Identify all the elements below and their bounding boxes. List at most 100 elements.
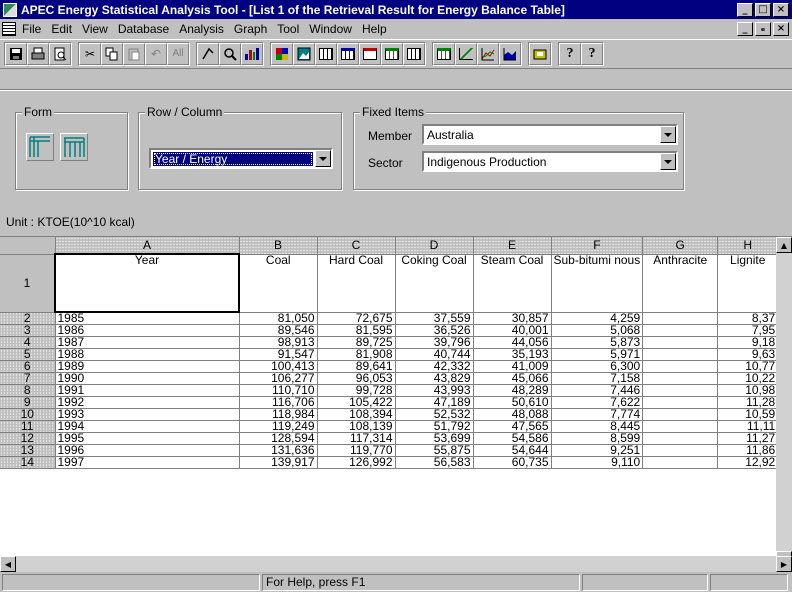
year-cell[interactable]: 1987 bbox=[55, 336, 240, 349]
data-cell[interactable]: 5,873 bbox=[551, 336, 644, 349]
data-cell[interactable]: 11,27 bbox=[717, 432, 779, 445]
menu-view[interactable]: View bbox=[82, 22, 108, 36]
row-header[interactable]: 14 bbox=[0, 456, 56, 469]
chevron-down-icon[interactable] bbox=[660, 126, 676, 143]
data-cell[interactable]: 11,86 bbox=[717, 444, 779, 457]
data-cell[interactable] bbox=[642, 408, 719, 421]
data-cell[interactable] bbox=[642, 444, 719, 457]
data-cell[interactable]: 131,636 bbox=[239, 444, 318, 457]
child-restore-button[interactable]: ₑ bbox=[755, 22, 771, 36]
menu-window[interactable]: Window bbox=[309, 22, 352, 36]
data-cell[interactable] bbox=[642, 384, 719, 397]
data-cell[interactable]: 81,908 bbox=[317, 348, 396, 361]
row-header[interactable]: 5 bbox=[0, 348, 56, 361]
data-cell[interactable]: 9,63 bbox=[717, 348, 779, 361]
row-header[interactable]: 9 bbox=[0, 396, 56, 409]
context-help-button[interactable]: ? bbox=[581, 43, 603, 65]
data-cell[interactable]: 7,446 bbox=[551, 384, 644, 397]
year-cell[interactable]: 1988 bbox=[55, 348, 240, 361]
data-cell[interactable]: 39,796 bbox=[395, 336, 474, 349]
data-cell[interactable]: 56,583 bbox=[395, 456, 474, 469]
child-close-button[interactable]: × bbox=[773, 22, 789, 36]
member-select[interactable]: Australia bbox=[422, 124, 678, 145]
data-cell[interactable]: 9,18 bbox=[717, 336, 779, 349]
row-header[interactable]: 6 bbox=[0, 360, 56, 373]
data-cell[interactable] bbox=[642, 420, 719, 433]
scroll-left-icon[interactable]: ◀ bbox=[0, 556, 16, 572]
data-cell[interactable]: 10,98 bbox=[717, 384, 779, 397]
data-cell[interactable]: 47,565 bbox=[473, 420, 552, 433]
data-cell[interactable]: 118,984 bbox=[239, 408, 318, 421]
data-cell[interactable]: 128,594 bbox=[239, 432, 318, 445]
data-cell[interactable] bbox=[642, 396, 719, 409]
maximize-button[interactable]: □ bbox=[755, 2, 771, 17]
data-cell[interactable]: 108,139 bbox=[317, 420, 396, 433]
data-cell[interactable]: 96,053 bbox=[317, 372, 396, 385]
data-cell[interactable]: 44,056 bbox=[473, 336, 552, 349]
year-cell[interactable]: 1991 bbox=[55, 384, 240, 397]
year-cell[interactable]: 1990 bbox=[55, 372, 240, 385]
form-layout-1-button[interactable] bbox=[26, 133, 54, 161]
table-view-3-icon[interactable] bbox=[359, 43, 381, 65]
row-header[interactable]: 4 bbox=[0, 336, 56, 349]
data-cell[interactable]: 50,610 bbox=[473, 396, 552, 409]
scroll-up-icon[interactable]: ▲ bbox=[776, 237, 792, 253]
column-title-cell[interactable]: Lignite bbox=[717, 254, 779, 313]
bar-chart-icon[interactable] bbox=[241, 43, 263, 65]
year-cell[interactable]: 1994 bbox=[55, 420, 240, 433]
print-icon[interactable] bbox=[27, 43, 49, 65]
data-cell[interactable]: 81,595 bbox=[317, 324, 396, 337]
year-cell[interactable]: 1986 bbox=[55, 324, 240, 337]
multi-line-chart-icon[interactable] bbox=[477, 43, 499, 65]
scroll-track[interactable] bbox=[776, 253, 792, 551]
data-cell[interactable]: 9,251 bbox=[551, 444, 644, 457]
data-cell[interactable]: 12,92 bbox=[717, 456, 779, 469]
document-icon[interactable] bbox=[2, 22, 16, 36]
row-header[interactable]: 11 bbox=[0, 420, 56, 433]
row-header[interactable]: 13 bbox=[0, 444, 56, 457]
data-cell[interactable]: 4,259 bbox=[551, 312, 644, 325]
menu-graph[interactable]: Graph bbox=[234, 22, 267, 36]
column-header[interactable]: D bbox=[395, 237, 474, 255]
data-cell[interactable]: 10,22 bbox=[717, 372, 779, 385]
column-header[interactable]: B bbox=[239, 237, 318, 255]
data-cell[interactable]: 105,422 bbox=[317, 396, 396, 409]
column-header[interactable]: G bbox=[642, 237, 719, 255]
data-cell[interactable]: 8,37 bbox=[717, 312, 779, 325]
data-cell[interactable]: 119,770 bbox=[317, 444, 396, 457]
data-cell[interactable]: 7,774 bbox=[551, 408, 644, 421]
undo-icon[interactable]: ↶ bbox=[145, 43, 167, 65]
menu-edit[interactable]: Edit bbox=[51, 22, 72, 36]
sector-select[interactable]: Indigenous Production bbox=[422, 151, 678, 172]
data-cell[interactable]: 11,28 bbox=[717, 396, 779, 409]
menu-database[interactable]: Database bbox=[118, 22, 169, 36]
data-cell[interactable] bbox=[642, 348, 719, 361]
column-header[interactable]: F bbox=[551, 237, 644, 255]
cut-icon[interactable]: ✂ bbox=[79, 43, 101, 65]
data-cell[interactable]: 11,11 bbox=[717, 420, 779, 433]
data-cell[interactable]: 110,710 bbox=[239, 384, 318, 397]
year-cell[interactable]: 1985 bbox=[55, 312, 240, 325]
column-title-cell[interactable]: Hard Coal bbox=[317, 254, 396, 313]
table-view-4-icon[interactable] bbox=[381, 43, 403, 65]
menu-analysis[interactable]: Analysis bbox=[179, 22, 224, 36]
print-preview-icon[interactable] bbox=[49, 43, 71, 65]
data-cell[interactable]: 98,913 bbox=[239, 336, 318, 349]
scroll-right-icon[interactable]: ▶ bbox=[776, 556, 792, 572]
data-cell[interactable]: 51,792 bbox=[395, 420, 474, 433]
chevron-down-icon[interactable] bbox=[660, 153, 676, 170]
row-header[interactable]: 2 bbox=[0, 312, 56, 325]
form-layout-2-button[interactable] bbox=[60, 133, 88, 161]
data-cell[interactable]: 100,413 bbox=[239, 360, 318, 373]
minimize-button[interactable]: _ bbox=[737, 2, 753, 17]
data-cell[interactable]: 8,599 bbox=[551, 432, 644, 445]
data-cell[interactable]: 7,158 bbox=[551, 372, 644, 385]
row-header[interactable]: 7 bbox=[0, 372, 56, 385]
data-cell[interactable]: 53,699 bbox=[395, 432, 474, 445]
image-icon[interactable] bbox=[293, 43, 315, 65]
data-cell[interactable]: 126,992 bbox=[317, 456, 396, 469]
data-cell[interactable]: 99,728 bbox=[317, 384, 396, 397]
data-cell[interactable]: 72,675 bbox=[317, 312, 396, 325]
data-cell[interactable] bbox=[642, 336, 719, 349]
data-cell[interactable]: 119,249 bbox=[239, 420, 318, 433]
